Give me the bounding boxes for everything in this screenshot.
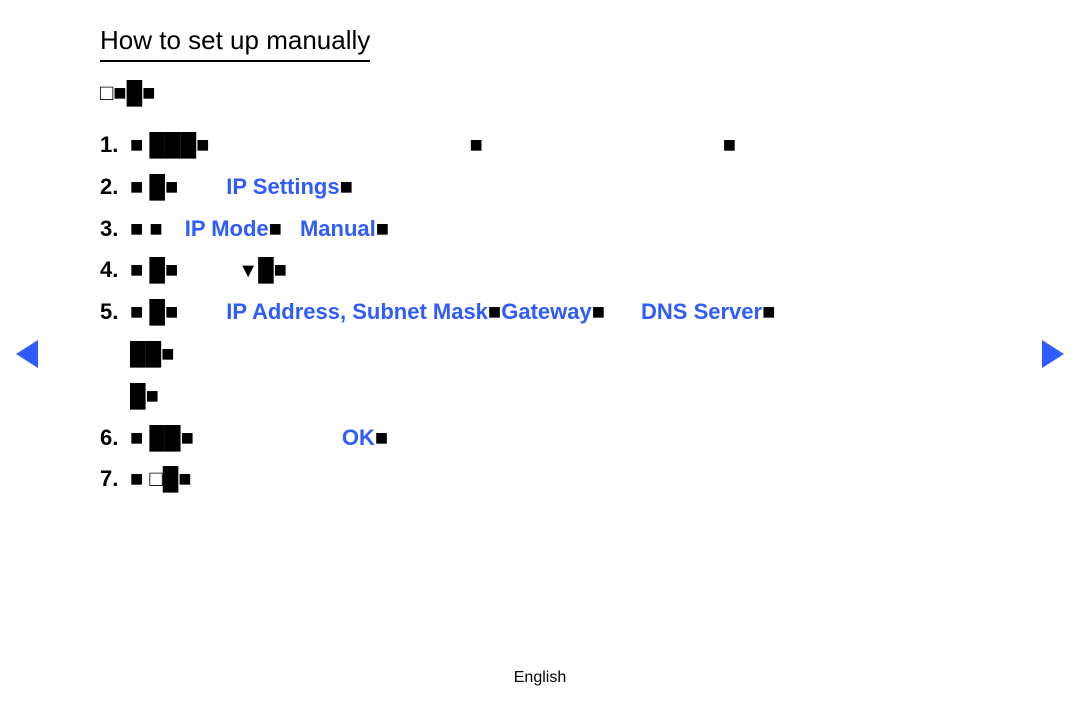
step-item: 2.■ █■ IP Settings■: [100, 166, 980, 208]
step-text: █■: [130, 383, 159, 408]
step-text: ██■: [130, 341, 174, 366]
step-item: 4.■ █■ ▼█■: [100, 249, 980, 291]
keyword: IP Address, Subnet Mask: [226, 299, 488, 324]
step-text: █■: [258, 257, 287, 282]
step-number: 1.: [100, 124, 130, 166]
step-text: ■: [762, 299, 775, 324]
step-item: 5.■ █■IP Address, Subnet Mask■Gateway■DN…: [100, 291, 980, 333]
language-indicator: English: [0, 669, 1080, 687]
page-title: How to set up manually: [100, 25, 370, 62]
down-arrow-icon: ▼: [238, 252, 258, 290]
step-item: 3.■ ■IP Mode■Manual■: [100, 208, 980, 250]
step-text: ■ ██■: [130, 425, 194, 450]
steps-list: 1.■ ███■■■2.■ █■IP Settings■3.■ ■IP Mode…: [100, 124, 980, 500]
step-item-continuation: █■: [100, 375, 980, 417]
step-item: 1.■ ███■ ■ ■: [100, 124, 980, 166]
step-number: 4.: [100, 249, 130, 291]
keyword: DNS Server: [641, 299, 762, 324]
step-text: ■ □█■: [130, 466, 192, 491]
keyword: IP Settings: [226, 174, 339, 199]
keyword: IP Mode: [185, 216, 269, 241]
step-text: ■: [340, 174, 353, 199]
next-page-arrow[interactable]: [1042, 340, 1064, 368]
step-item-continuation: ██■: [100, 333, 980, 375]
keyword: OK: [342, 425, 375, 450]
prev-page-arrow[interactable]: [16, 340, 38, 368]
step-item: 6.■ ██■ OK■: [100, 417, 980, 459]
step-text: ■: [592, 299, 605, 324]
step-text: ■: [469, 132, 482, 157]
step-text: ■: [723, 132, 736, 157]
step-text: ■: [488, 299, 501, 324]
keyword: Gateway: [501, 299, 592, 324]
step-number: 2.: [100, 166, 130, 208]
step-text: ■: [269, 216, 282, 241]
step-text: ■ █■: [130, 174, 178, 199]
step-text: ■ █■: [130, 257, 178, 282]
step-number: 7.: [100, 458, 130, 500]
step-number: 6.: [100, 417, 130, 459]
step-text: ■ ███■: [130, 132, 209, 157]
step-text: ■ █■: [130, 299, 178, 324]
step-text: ■: [375, 425, 388, 450]
intro-text: □■█■: [100, 80, 980, 106]
step-item: 7.■ □█■: [100, 458, 980, 500]
step-text: ■: [376, 216, 389, 241]
step-number: 5.: [100, 291, 130, 333]
keyword: Manual: [300, 216, 376, 241]
step-number: 3.: [100, 208, 130, 250]
step-text: ■ ■: [130, 216, 163, 241]
